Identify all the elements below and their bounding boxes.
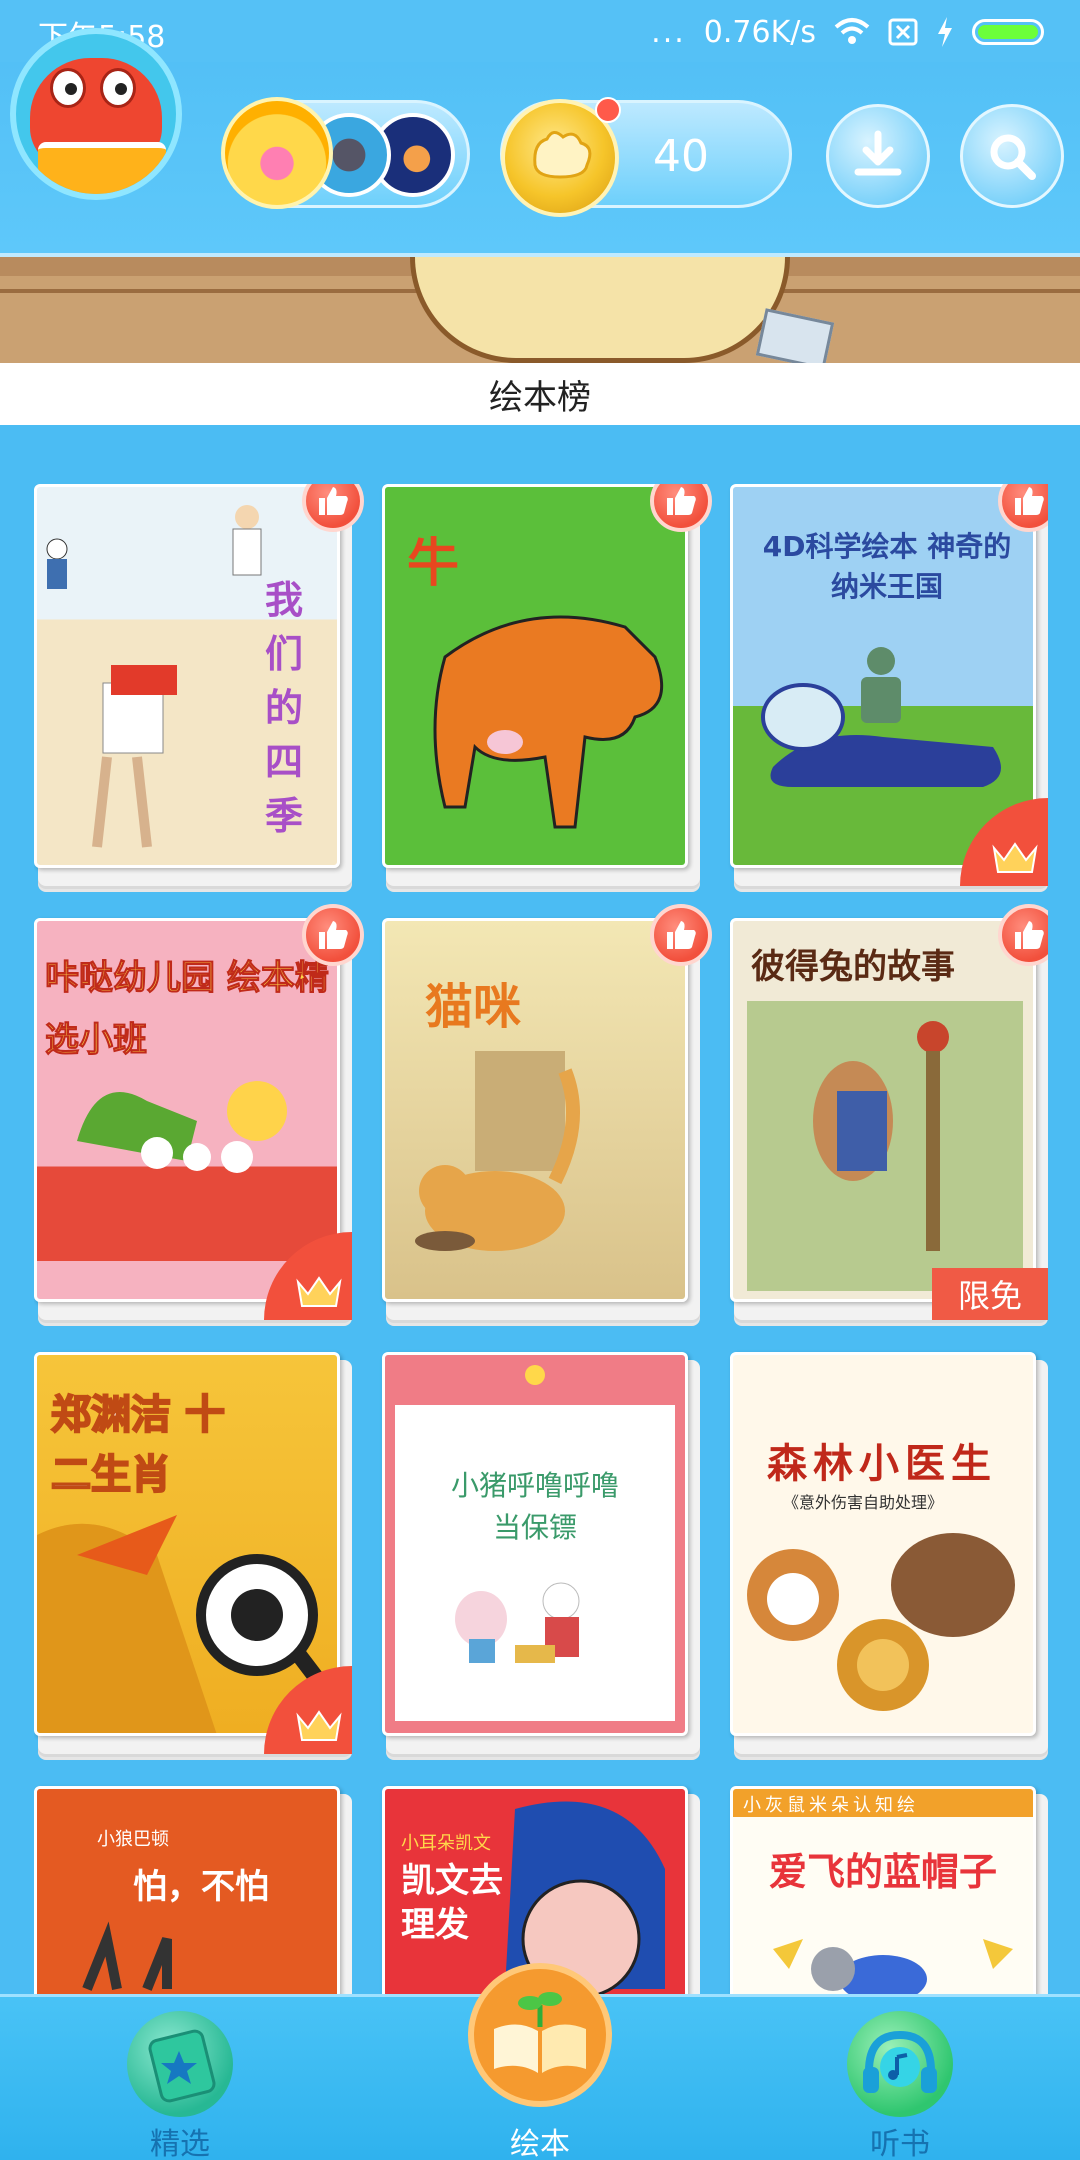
- coin-balance[interactable]: 40: [500, 97, 792, 217]
- banner-illustration: [410, 257, 790, 363]
- book-grid: 我们的四季 牛 4D科学绘本 神奇的纳米王国 咔哒幼儿园 绘本精选小班 猫咪 彼…: [34, 484, 1048, 1994]
- book-card[interactable]: 牛: [382, 484, 712, 886]
- wifi-icon: [834, 18, 870, 44]
- book-card[interactable]: 咔哒幼儿园 绘本精选小班: [34, 904, 364, 1320]
- coin-count: 40: [653, 131, 709, 182]
- book-cover: 森林小医生 《意外伤害自助处理》: [730, 1352, 1036, 1736]
- book-cover: 小灰鼠米朵认知绘 爱飞的蓝帽子: [730, 1786, 1036, 1994]
- music-headphones-icon: [847, 2011, 953, 2117]
- book-card[interactable]: 森林小医生 《意外伤害自助处理》: [730, 1352, 1048, 1754]
- book-cover: 小狼巴顿 怕，不怕: [34, 1786, 340, 1994]
- book-card[interactable]: 4D科学绘本 神奇的纳米王国: [730, 484, 1048, 886]
- book-card[interactable]: 我们的四季: [34, 484, 364, 886]
- book-title: 我们的四季: [265, 578, 304, 838]
- crown-icon: [296, 1276, 342, 1307]
- charging-icon: [938, 17, 952, 47]
- nav-label-audiobooks: 听书: [870, 2127, 930, 2160]
- book-cover: 咔哒幼儿园 绘本精选小班: [34, 918, 340, 1302]
- bottom-nav: 精选 绘本 听书: [0, 1963, 1080, 2160]
- nav-tab-featured[interactable]: 精选: [80, 1997, 280, 2160]
- search-button[interactable]: [960, 104, 1064, 208]
- crown-icon: [296, 1710, 342, 1741]
- book-cover: 牛: [382, 484, 688, 868]
- book-cover: 彼得兔的故事: [730, 918, 1036, 1302]
- book-cover: 4D科学绘本 神奇的纳米王国: [730, 484, 1036, 868]
- book-card[interactable]: 猫咪: [382, 904, 712, 1320]
- book-cover: 猫咪: [382, 918, 688, 1302]
- network-speed: 0.76K/s: [703, 14, 816, 50]
- thumbs-up-icon: [302, 904, 364, 966]
- book-cover: 我们的四季: [34, 484, 340, 868]
- thumbs-up-icon: [650, 904, 712, 966]
- download-icon: [854, 130, 902, 176]
- nav-label-picture-books: 绘本: [510, 2127, 570, 2160]
- status-bar: 下午5:58 ... 0.76K/s: [0, 0, 1080, 62]
- star-tag-icon: [127, 2011, 233, 2117]
- book-card[interactable]: 小狼巴顿 怕，不怕: [34, 1786, 352, 1994]
- more-dots: ...: [651, 14, 686, 50]
- book-cover: 郑渊洁 十二生肖: [34, 1352, 340, 1736]
- crown-icon: [992, 842, 1038, 873]
- book-card[interactable]: 小灰鼠米朵认知绘 爱飞的蓝帽子: [730, 1786, 1048, 1994]
- search-icon: [990, 134, 1036, 180]
- app-mascot-avatar[interactable]: [10, 28, 182, 200]
- theme-switcher[interactable]: [221, 97, 470, 209]
- download-button[interactable]: [826, 104, 930, 208]
- book-card[interactable]: 郑渊洁 十二生肖: [34, 1352, 352, 1754]
- book-card[interactable]: 小猪呼噜呼噜当保镖: [382, 1352, 700, 1754]
- book-icon: [38, 142, 166, 194]
- nav-label-featured: 精选: [150, 2127, 210, 2160]
- book-cover: 小猪呼噜呼噜当保镖: [382, 1352, 688, 1736]
- nav-tab-audiobooks[interactable]: 听书: [800, 1997, 1000, 2160]
- open-book-sprout-icon: [468, 1963, 612, 2107]
- notification-dot: [595, 97, 621, 123]
- section-title-text: 绘本榜: [489, 377, 591, 418]
- status-icons: ... 0.76K/s: [651, 10, 1044, 54]
- battery-icon: [972, 19, 1044, 45]
- book-card[interactable]: 彼得兔的故事 限免: [730, 904, 1048, 1320]
- sim-blocked-icon: [888, 18, 918, 46]
- easter-theme-icon: [221, 97, 333, 209]
- featured-banner[interactable]: [0, 257, 1080, 363]
- free-limited-tag: 限免: [932, 1268, 1048, 1320]
- nav-tab-picture-books[interactable]: 绘本: [440, 1963, 640, 2160]
- section-title: 绘本榜: [0, 363, 1080, 425]
